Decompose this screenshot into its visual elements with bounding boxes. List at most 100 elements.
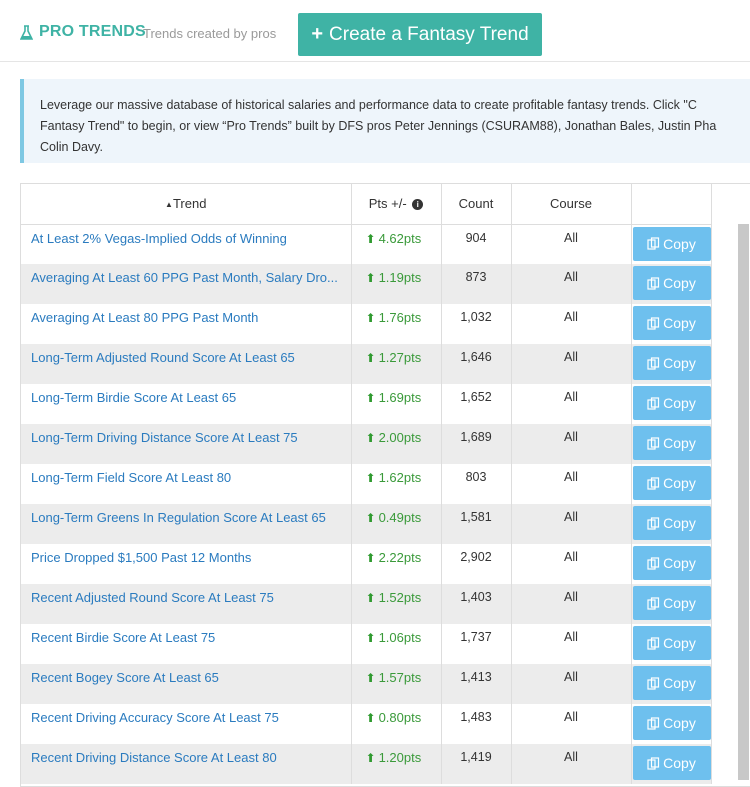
table-row: Averaging At Least 60 PPG Past Month, Sa… (21, 264, 712, 304)
pts-value: 1.06pts (378, 630, 422, 645)
create-fantasy-trend-button[interactable]: + Create a Fantasy Trend (298, 13, 542, 56)
trend-link[interactable]: Long-Term Birdie Score At Least 65 (31, 390, 345, 405)
trend-link[interactable]: Recent Bogey Score At Least 65 (31, 670, 345, 685)
copy-icon (647, 237, 660, 250)
count-cell: 904 (441, 224, 512, 264)
trend-link[interactable]: Recent Adjusted Round Score At Least 75 (31, 590, 345, 605)
trend-link[interactable]: Long-Term Field Score At Least 80 (31, 470, 345, 485)
arrow-up-icon: ⬆ (365, 511, 376, 525)
trend-link[interactable]: Averaging At Least 60 PPG Past Month, Sa… (31, 270, 345, 285)
count-cell: 1,483 (441, 704, 512, 744)
arrow-up-icon: ⬆ (365, 631, 376, 645)
column-header-course[interactable]: Course (511, 184, 632, 225)
count-cell: 1,403 (441, 584, 512, 624)
trend-cell: Recent Birdie Score At Least 75 (21, 624, 352, 664)
info-icon[interactable]: i (412, 199, 424, 211)
copy-label: Copy (663, 355, 696, 371)
table-row: Long-Term Adjusted Round Score At Least … (21, 344, 712, 384)
sort-asc-icon: ▲ (165, 200, 173, 210)
trend-cell: Price Dropped $1,500 Past 12 Months (21, 544, 352, 584)
pts-value: 1.76pts (378, 310, 422, 325)
copy-button[interactable]: Copy (632, 666, 711, 700)
trend-cell: Long-Term Adjusted Round Score At Least … (21, 344, 352, 384)
page-subtitle: Trends created by pros (143, 26, 277, 41)
table-row: Recent Bogey Score At Least 65 ⬆ 1.57pts 1,… (21, 664, 712, 704)
copy-cell: Copy (631, 264, 712, 304)
course-cell: All (511, 344, 632, 384)
info-line-1: Leverage our massive database of histori… (40, 98, 697, 112)
copy-button[interactable]: Copy (632, 626, 711, 660)
trend-link[interactable]: At Least 2% Vegas-Implied Odds of Winnin… (31, 231, 345, 246)
copy-button[interactable]: Copy (632, 306, 711, 340)
column-header-pts[interactable]: Pts +/- i (351, 184, 442, 225)
pts-value: 1.27pts (378, 350, 422, 365)
pts-value: 0.80pts (378, 710, 422, 725)
copy-button[interactable]: Copy (632, 746, 711, 780)
course-cell: All (511, 384, 632, 424)
count-cell: 2,902 (441, 544, 512, 584)
count-cell: 1,737 (441, 624, 512, 664)
copy-cell: Copy (631, 624, 712, 664)
copy-button[interactable]: Copy (632, 226, 711, 261)
column-header-trend[interactable]: ▲Trend (21, 184, 352, 225)
table-row: Long-Term Driving Distance Score At Leas… (21, 424, 712, 464)
copy-button[interactable]: Copy (632, 506, 711, 540)
copy-button[interactable]: Copy (632, 426, 711, 460)
copy-cell: Copy (631, 384, 712, 424)
count-cell: 873 (441, 264, 512, 304)
pts-cell: ⬆ 1.52pts (351, 584, 442, 624)
trend-link[interactable]: Long-Term Driving Distance Score At Leas… (31, 430, 345, 445)
flask-icon (20, 25, 33, 40)
column-header-count[interactable]: Count (441, 184, 512, 225)
trend-link[interactable]: Price Dropped $1,500 Past 12 Months (31, 550, 345, 565)
arrow-up-icon: ⬆ (365, 471, 376, 485)
trend-cell: Recent Bogey Score At Least 65 (21, 664, 352, 704)
scrollbar-thumb[interactable] (738, 224, 749, 780)
column-header-copy (631, 184, 712, 225)
count-cell: 1,413 (441, 664, 512, 704)
copy-cell: Copy (631, 704, 712, 744)
table-row: Recent Driving Distance Score At Least 8… (21, 744, 712, 784)
copy-button[interactable]: Copy (632, 706, 711, 740)
info-line-3: Colin Davy. (40, 140, 103, 154)
copy-button[interactable]: Copy (632, 386, 711, 420)
copy-button[interactable]: Copy (632, 586, 711, 620)
trends-table-container: ▲Trend Pts +/- i Count Course At Least 2… (20, 183, 750, 787)
trend-link[interactable]: Long-Term Adjusted Round Score At Least … (31, 350, 345, 365)
copy-label: Copy (663, 395, 696, 411)
trend-cell: Recent Driving Distance Score At Least 8… (21, 744, 352, 784)
copy-icon (647, 436, 660, 450)
copy-button[interactable]: Copy (632, 546, 711, 580)
copy-label: Copy (663, 675, 696, 691)
copy-button[interactable]: Copy (632, 466, 711, 500)
copy-label: Copy (663, 235, 696, 252)
trend-cell: Long-Term Driving Distance Score At Leas… (21, 424, 352, 464)
arrow-up-icon: ⬆ (365, 551, 376, 565)
pts-value: 1.19pts (378, 270, 422, 285)
arrow-up-icon: ⬆ (365, 351, 376, 365)
copy-label: Copy (663, 315, 696, 331)
trend-link[interactable]: Averaging At Least 80 PPG Past Month (31, 310, 345, 325)
trend-link[interactable]: Long-Term Greens In Regulation Score At … (31, 510, 345, 525)
trend-cell: Recent Driving Accuracy Score At Least 7… (21, 704, 352, 744)
arrow-up-icon: ⬆ (365, 431, 376, 445)
copy-button[interactable]: Copy (632, 346, 711, 380)
copy-label: Copy (663, 755, 696, 771)
pts-cell: ⬆ 4.62pts (351, 224, 442, 264)
trend-link[interactable]: Recent Driving Accuracy Score At Least 7… (31, 710, 345, 725)
course-cell: All (511, 744, 632, 784)
plus-icon: + (311, 23, 324, 45)
copy-button[interactable]: Copy (632, 266, 711, 300)
course-cell: All (511, 544, 632, 584)
course-cell: All (511, 304, 632, 344)
trend-link[interactable]: Recent Birdie Score At Least 75 (31, 630, 345, 645)
copy-icon (647, 636, 660, 650)
course-cell: All (511, 264, 632, 304)
copy-cell: Copy (631, 304, 712, 344)
course-cell: All (511, 504, 632, 544)
table-row: Recent Adjusted Round Score At Least 75 ⬆… (21, 584, 712, 624)
trend-link[interactable]: Recent Driving Distance Score At Least 8… (31, 750, 345, 765)
pts-cell: ⬆ 2.22pts (351, 544, 442, 584)
trends-table: ▲Trend Pts +/- i Count Course At Least 2… (21, 184, 712, 784)
arrow-up-icon: ⬆ (365, 311, 376, 325)
